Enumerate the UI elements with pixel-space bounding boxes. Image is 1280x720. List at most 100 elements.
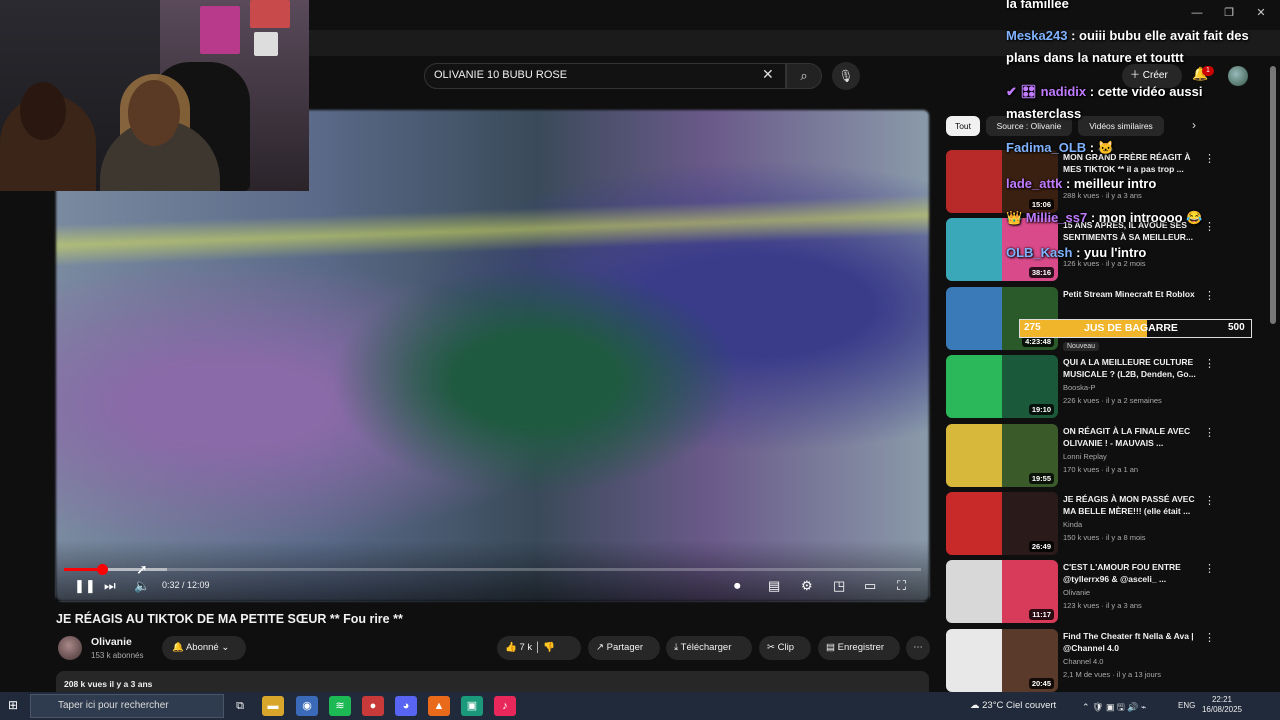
- windows-start-icon[interactable]: ⊞: [8, 698, 18, 712]
- rec-thumbnail[interactable]: 11:17: [946, 560, 1058, 623]
- streamer-right-head: [128, 80, 180, 146]
- rec-duration: 19:55: [1028, 473, 1054, 484]
- chip-similar[interactable]: Vidéos similaires: [1078, 116, 1164, 136]
- rec-thumbnail[interactable]: 19:10: [946, 355, 1058, 418]
- rec-channel[interactable]: Olivanie: [1063, 588, 1090, 597]
- more-vert-icon[interactable]: ⋮: [1204, 562, 1215, 575]
- plaque-image: [254, 32, 278, 56]
- chrome-icon[interactable]: ◉: [296, 696, 318, 716]
- rec-title[interactable]: Petit Stream Minecraft Et Roblox: [1063, 288, 1201, 300]
- chat-message: plans dans la nature et touttt: [1006, 48, 1184, 68]
- obs-icon[interactable]: ●: [362, 696, 384, 716]
- rec-title[interactable]: QUI A LA MEILLEURE CULTURE MUSICALE ? (L…: [1063, 356, 1201, 380]
- clock-time: 22:21: [1211, 695, 1233, 704]
- rec-channel[interactable]: Lonni Replay: [1063, 452, 1107, 461]
- chat-message: 👑 Millie_ss7 : mon introooo 😂: [1006, 208, 1202, 228]
- new-badge: Nouveau: [1063, 342, 1100, 351]
- clock[interactable]: 22:21 16/08/2025: [1200, 695, 1244, 715]
- close-icon[interactable]: ✕: [762, 66, 774, 83]
- share-button[interactable]: ↗ Partager: [588, 636, 660, 660]
- app-icon-2[interactable]: ▣: [461, 696, 483, 716]
- streamer-left-head: [20, 82, 66, 140]
- download-label: Télécharger: [680, 642, 732, 653]
- rec-meta: 2,1 M de vues · il y a 13 jours: [1063, 670, 1161, 679]
- video-title: JE RÉAGIS AU TIKTOK DE MA PETITE SŒUR **…: [56, 612, 403, 626]
- chat-text: masterclass: [1006, 106, 1082, 121]
- channel-avatar[interactable]: [58, 636, 82, 660]
- subscriber-count: 153 k abonnés: [91, 651, 144, 660]
- search-button[interactable]: ⌕: [786, 63, 822, 89]
- download-button[interactable]: ⤓ Télécharger: [666, 636, 752, 660]
- more-vert-icon[interactable]: ⋮: [1204, 220, 1215, 233]
- restore-button[interactable]: ❐: [1216, 4, 1242, 22]
- rec-meta: 170 k vues · il y a 1 an: [1063, 465, 1139, 474]
- next-icon[interactable]: ⏭: [104, 577, 116, 595]
- clip-button[interactable]: ✂ Clip: [759, 636, 811, 660]
- rec-thumbnail[interactable]: 20:45: [946, 629, 1058, 692]
- task-view-icon[interactable]: ⧉: [229, 696, 251, 716]
- rec-title[interactable]: Find The Cheater ft Nella & Ava | @Chann…: [1063, 630, 1201, 654]
- miniplayer-icon[interactable]: ◳: [833, 577, 845, 595]
- progress-knob[interactable]: [96, 564, 108, 575]
- spotify-icon[interactable]: ≋: [329, 696, 351, 716]
- rec-channel[interactable]: Channel 4.0: [1063, 657, 1103, 666]
- rec-duration: 38:16: [1028, 267, 1054, 278]
- language-indicator[interactable]: ENG: [1178, 701, 1195, 710]
- more-vert-icon[interactable]: ⋮: [1204, 494, 1215, 507]
- chevron-right-icon[interactable]: ›: [1192, 118, 1196, 132]
- file-explorer-icon[interactable]: ▬: [262, 696, 284, 716]
- rec-title[interactable]: JE RÉAGIS À MON PASSÉ AVEC MA BELLE MÈRE…: [1063, 493, 1201, 517]
- clip-label: Clip: [777, 642, 794, 653]
- more-vert-icon[interactable]: ⋮: [1204, 357, 1215, 370]
- subtitles-icon[interactable]: ▤: [768, 577, 780, 595]
- views-date: 208 k vues il y a 3 ans: [64, 679, 153, 689]
- like-button[interactable]: 👍 7 k │ 👎: [497, 636, 581, 660]
- time-display: 0:32 / 12:09: [162, 580, 210, 590]
- pause-icon[interactable]: ❚❚: [74, 577, 96, 595]
- mouse-cursor-icon: ➚: [136, 561, 148, 577]
- close-window-button[interactable]: ✕: [1248, 4, 1274, 22]
- chat-text: : meilleur intro: [1062, 176, 1157, 191]
- app-icon[interactable]: ▲: [428, 696, 450, 716]
- save-label: Enregistrer: [837, 642, 885, 653]
- chat-message: OLB_Kash : yuu l'intro: [1006, 243, 1146, 263]
- chat-username: OLB_Kash: [1006, 245, 1073, 260]
- clock-date: 16/08/2025: [1201, 705, 1243, 714]
- chat-message: masterclass: [1006, 104, 1081, 124]
- tiktok-icon[interactable]: ♪: [494, 696, 516, 716]
- mic-button[interactable]: 🎙: [832, 62, 860, 90]
- more-vert-icon[interactable]: ⋮: [1204, 152, 1215, 165]
- rec-thumbnail[interactable]: 26:49: [946, 492, 1058, 555]
- minimize-button[interactable]: —: [1184, 4, 1210, 22]
- notification-badge: 1: [1202, 66, 1214, 76]
- rec-title[interactable]: ON RÉAGIT À LA FINALE AVEC OLIVANIE ! - …: [1063, 425, 1201, 449]
- more-vert-icon[interactable]: ⋮: [1204, 426, 1215, 439]
- rec-channel[interactable]: Booska-P: [1063, 383, 1096, 392]
- goal-current: 275: [1024, 322, 1041, 333]
- volume-icon[interactable]: 🔈: [134, 577, 150, 595]
- chat-message: Meska243 : ouiii bubu elle avait fait de…: [1006, 26, 1249, 46]
- chip-tout[interactable]: Tout: [946, 116, 980, 136]
- system-tray-icons[interactable]: ⌃ 🛡 ▣ 🖫 🔊 ⌁: [1082, 700, 1146, 716]
- scrollbar[interactable]: [1270, 66, 1276, 324]
- mic-icon: 🎙: [838, 69, 854, 83]
- autoplay-toggle[interactable]: ⏺: [734, 577, 741, 595]
- discord-icon[interactable]: ◕: [395, 696, 417, 716]
- rec-meta: 150 k vues · il y a 8 mois: [1063, 533, 1146, 542]
- progress-bar[interactable]: [64, 564, 921, 575]
- rec-channel[interactable]: Kinda: [1063, 520, 1082, 529]
- subscribe-button[interactable]: 🔔 Abonné ⌄: [162, 636, 246, 660]
- channel-name[interactable]: Olivanie: [91, 636, 132, 648]
- avatar[interactable]: [1228, 66, 1248, 86]
- save-button[interactable]: ▤ Enregistrer: [818, 636, 900, 660]
- weather-widget[interactable]: ☁ 23°C Ciel couvert: [970, 700, 1056, 711]
- more-vert-icon[interactable]: ⋮: [1204, 631, 1215, 644]
- rec-thumbnail[interactable]: 19:55: [946, 424, 1058, 487]
- gear-icon[interactable]: ⚙: [801, 577, 813, 595]
- fullscreen-icon[interactable]: ⛶: [897, 577, 906, 595]
- more-actions-button[interactable]: ⋯: [906, 636, 930, 660]
- theater-icon[interactable]: ▭: [864, 577, 876, 595]
- more-vert-icon[interactable]: ⋮: [1204, 289, 1215, 302]
- search-query: OLIVANIE 10 BUBU ROSE: [434, 69, 568, 81]
- rec-title[interactable]: C'EST L'AMOUR FOU ENTRE @tyllerrx96 & @a…: [1063, 561, 1201, 585]
